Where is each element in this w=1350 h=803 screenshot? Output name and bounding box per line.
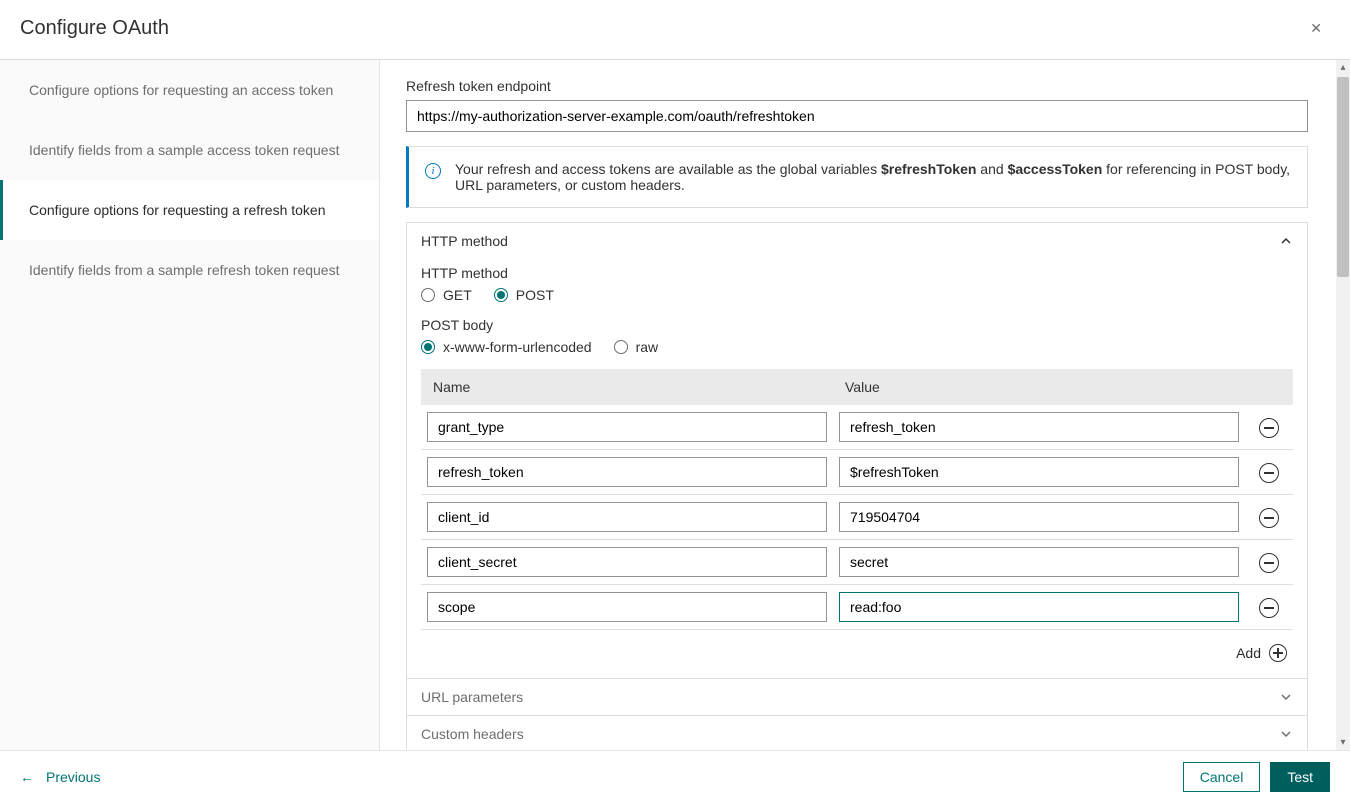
wizard-sidebar: Configure options for requesting an acce… <box>0 60 380 750</box>
param-value-input[interactable] <box>839 592 1239 622</box>
custom-headers-header[interactable]: Custom headers <box>407 716 1307 750</box>
radio-raw[interactable]: raw <box>614 339 659 355</box>
main-panel: Refresh token endpoint i Your refresh an… <box>380 60 1350 750</box>
previous-link[interactable]: ← Previous <box>20 769 100 785</box>
cancel-button[interactable]: Cancel <box>1183 762 1261 792</box>
test-button[interactable]: Test <box>1270 762 1330 792</box>
http-method-panel-title: HTTP method <box>421 233 508 249</box>
scroll-down-icon[interactable]: ▾ <box>1340 735 1345 750</box>
http-method-panel-body: HTTP method GET POST POST body <box>407 259 1307 678</box>
table-row <box>421 450 1293 495</box>
plus-circle-icon <box>1269 644 1287 662</box>
post-body-label: POST body <box>421 317 1293 333</box>
chevron-up-icon <box>1279 234 1293 248</box>
footer-buttons: Cancel Test <box>1183 762 1330 792</box>
remove-row-icon[interactable] <box>1259 598 1279 618</box>
sidebar-step-refresh-token-config[interactable]: Configure options for requesting a refre… <box>0 180 379 240</box>
param-value-input[interactable] <box>839 502 1239 532</box>
oauth-config-modal: Configure OAuth ✕ Configure options for … <box>0 0 1350 803</box>
remove-row-icon[interactable] <box>1259 553 1279 573</box>
table-header: Name Value <box>421 369 1293 405</box>
close-icon[interactable]: ✕ <box>1302 16 1330 41</box>
add-row[interactable]: Add <box>421 630 1293 662</box>
post-body-radios: x-www-form-urlencoded raw <box>421 339 1293 355</box>
modal-header: Configure OAuth ✕ <box>0 0 1350 60</box>
radio-dot-icon <box>494 288 508 302</box>
remove-row-icon[interactable] <box>1259 418 1279 438</box>
modal-body: Configure options for requesting an acce… <box>0 60 1350 751</box>
chevron-down-icon <box>1279 690 1293 704</box>
custom-headers-title: Custom headers <box>421 726 524 742</box>
param-value-input[interactable] <box>839 412 1239 442</box>
table-row <box>421 495 1293 540</box>
add-label: Add <box>1236 645 1261 661</box>
col-value: Value <box>833 379 1245 395</box>
post-body-table: Name Value <box>421 369 1293 662</box>
http-method-panel: HTTP method HTTP method GET P <box>406 222 1308 679</box>
modal-footer: ← Previous Cancel Test <box>0 751 1350 803</box>
col-name: Name <box>421 379 833 395</box>
chevron-down-icon <box>1279 727 1293 741</box>
endpoint-input[interactable] <box>406 100 1308 132</box>
param-name-input[interactable] <box>427 457 827 487</box>
http-method-panel-header[interactable]: HTTP method <box>407 223 1307 259</box>
url-parameters-header[interactable]: URL parameters <box>407 679 1307 715</box>
radio-post[interactable]: POST <box>494 287 554 303</box>
sidebar-step-access-token-fields[interactable]: Identify fields from a sample access tok… <box>0 120 379 180</box>
radio-dot-icon <box>421 288 435 302</box>
param-name-input[interactable] <box>427 412 827 442</box>
custom-headers-panel: Custom headers <box>406 716 1308 750</box>
scrollbar[interactable]: ▴ ▾ <box>1336 60 1350 750</box>
info-text: Your refresh and access tokens are avail… <box>455 161 1291 193</box>
endpoint-label: Refresh token endpoint <box>406 78 1308 94</box>
radio-dot-icon <box>614 340 628 354</box>
http-method-radios: GET POST <box>421 287 1293 303</box>
radio-get[interactable]: GET <box>421 287 472 303</box>
url-parameters-panel: URL parameters <box>406 679 1308 716</box>
sidebar-step-access-token-config[interactable]: Configure options for requesting an acce… <box>0 60 379 120</box>
radio-dot-icon <box>421 340 435 354</box>
info-icon: i <box>425 163 441 179</box>
table-row <box>421 405 1293 450</box>
info-callout: i Your refresh and access tokens are ava… <box>406 146 1308 208</box>
modal-title: Configure OAuth <box>20 17 169 40</box>
param-name-input[interactable] <box>427 592 827 622</box>
table-row <box>421 540 1293 585</box>
sidebar-step-refresh-token-fields[interactable]: Identify fields from a sample refresh to… <box>0 240 379 300</box>
remove-row-icon[interactable] <box>1259 508 1279 528</box>
param-name-input[interactable] <box>427 547 827 577</box>
scroll-up-icon[interactable]: ▴ <box>1340 60 1345 75</box>
scroll-thumb[interactable] <box>1337 77 1349 277</box>
radio-form-urlencoded[interactable]: x-www-form-urlencoded <box>421 339 592 355</box>
remove-row-icon[interactable] <box>1259 463 1279 483</box>
param-name-input[interactable] <box>427 502 827 532</box>
http-method-label: HTTP method <box>421 265 1293 281</box>
param-value-input[interactable] <box>839 457 1239 487</box>
url-parameters-title: URL parameters <box>421 689 523 705</box>
arrow-left-icon: ← <box>20 769 34 785</box>
table-row <box>421 585 1293 630</box>
param-value-input[interactable] <box>839 547 1239 577</box>
